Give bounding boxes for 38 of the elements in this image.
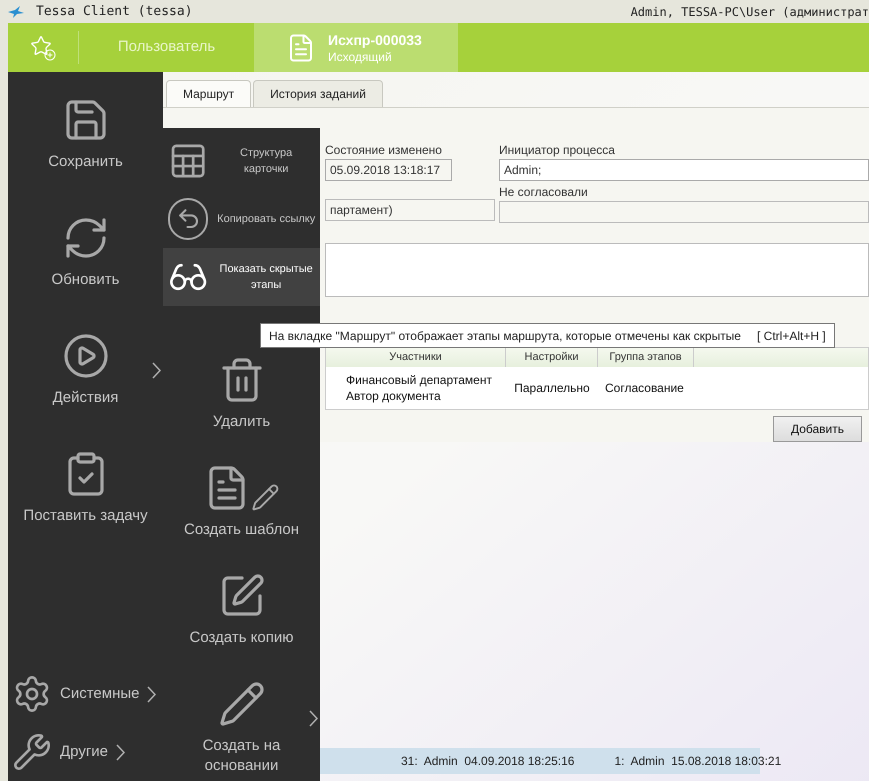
card-number: Исхпр-000033 <box>328 30 422 48</box>
card-type: Исходящий <box>328 48 392 64</box>
approvers-field: партамент) <box>325 199 495 221</box>
menu-item[interactable]: Копировать ссылку <box>163 190 320 248</box>
bird-logo-icon <box>8 6 24 18</box>
field-label: Инициатор процесса <box>499 142 616 159</box>
menu-tile[interactable]: Удалить <box>172 348 312 432</box>
table-cell-text: Согласование <box>604 380 685 397</box>
field-label: Не согласовали <box>499 184 589 201</box>
date-field: 05.09.2018 13:18:17 <box>325 159 452 181</box>
window-title: Tessa Client (tessa) <box>36 2 193 21</box>
initiator-field: Admin; <box>499 159 869 181</box>
table-cell-text: Финансовый департамент Автор документа <box>345 372 493 404</box>
menu-item[interactable]: Структура карточки <box>163 132 320 190</box>
menu-item[interactable]: Показать скрытые этапы <box>163 248 320 306</box>
field-label: Состояние изменено <box>325 142 443 159</box>
status-entry: 1: Admin 15.08.2018 18:03:21 <box>614 753 782 770</box>
menu-tile[interactable]: Создать на основании <box>172 672 312 776</box>
menu-item[interactable]: Системные <box>8 674 140 714</box>
tab[interactable]: История заданий <box>253 80 383 107</box>
user-info: Admin, TESSA-PC\User (администрат <box>630 4 869 20</box>
shortcut-text: [ Ctrl+Alt+H ] <box>756 328 826 344</box>
tooltip-text: На вкладке "Маршрут" отображает этапы маршрута, которые отмечены как скрытые <box>269 328 741 344</box>
menu-item[interactable]: Другие <box>8 732 108 772</box>
pencil-icon <box>218 680 266 728</box>
menu-tile[interactable]: Создать копию <box>172 564 312 648</box>
menu-tile[interactable]: Сохранить <box>16 88 156 172</box>
add-button[interactable]: Добавить <box>773 416 862 442</box>
menu-tile[interactable]: Поставить задачу <box>16 442 156 526</box>
status-entry: 31: Admin 04.09.2018 18:25:16 <box>401 753 574 770</box>
table-cell-text: Параллельно <box>513 380 591 397</box>
menu-tile[interactable]: Создать шаблон <box>172 456 312 540</box>
menu-tile[interactable]: Обновить <box>16 206 156 290</box>
menu-tile[interactable]: Действия <box>16 324 156 408</box>
star-plus-icon <box>30 34 56 60</box>
tab[interactable]: Маршрут <box>166 80 252 107</box>
play-icon <box>62 332 110 380</box>
wrench-icon <box>12 732 52 772</box>
